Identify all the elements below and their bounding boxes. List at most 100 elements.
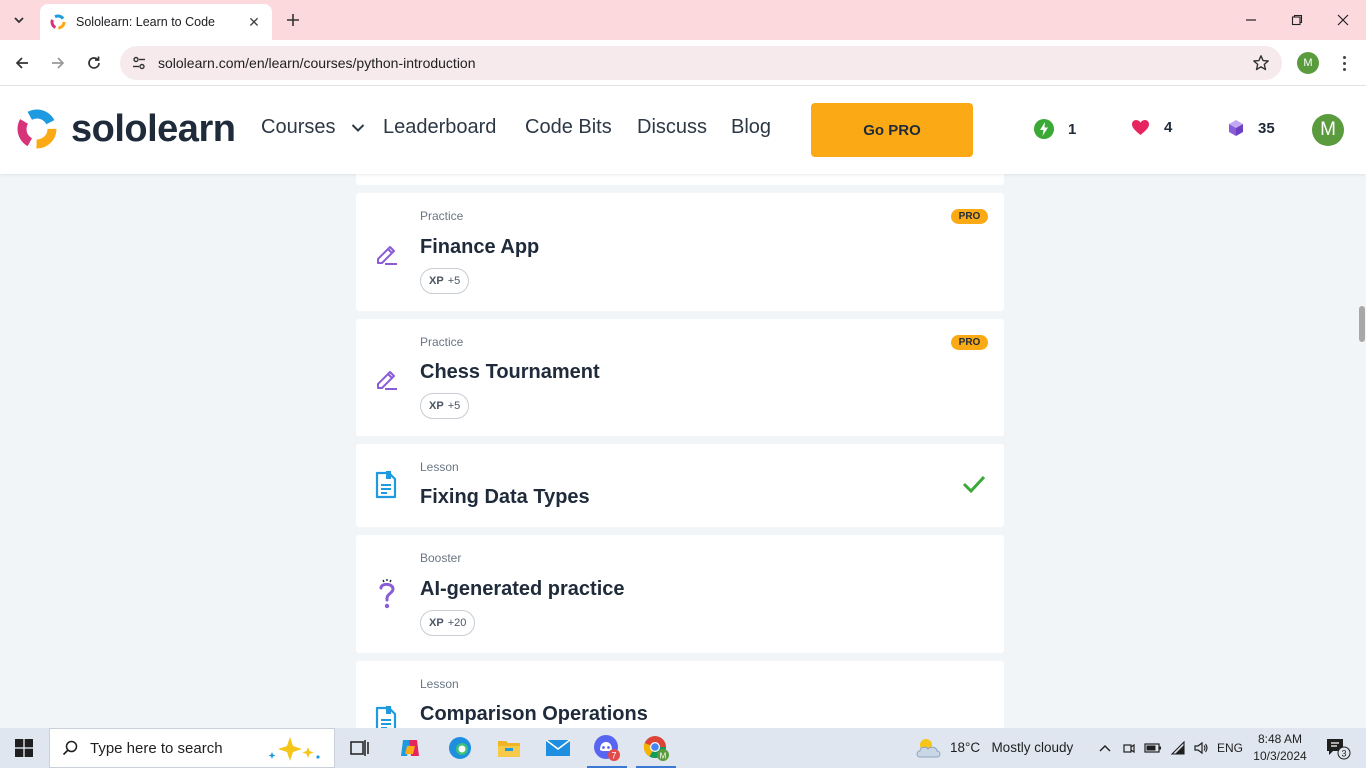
gem-cube-icon (1229, 120, 1243, 136)
forward-button[interactable] (46, 51, 70, 75)
sololearn-logo[interactable]: sololearn (15, 107, 236, 151)
go-pro-button[interactable]: Go PRO (811, 103, 973, 157)
lightning-icon (1034, 119, 1054, 139)
discord-icon: 7 (594, 735, 620, 761)
site-info-icon[interactable] (122, 46, 156, 80)
clock-date: 10/3/2024 (1253, 749, 1307, 763)
windows-taskbar: Type here to search 7 M 18°C Mostly clou… (0, 728, 1366, 768)
clock-time: 8:48 AM (1257, 732, 1303, 746)
nav-blog[interactable]: Blog (731, 116, 771, 139)
hearts-counter[interactable]: 4 (1131, 119, 1172, 136)
card-title: Chess Tournament (420, 361, 600, 383)
task-view-icon (350, 740, 369, 756)
chevron-up-icon (1099, 745, 1111, 752)
checkmark-icon (962, 475, 986, 493)
back-button[interactable] (10, 51, 34, 75)
browser-profile-avatar[interactable]: M (1297, 52, 1319, 74)
gems-counter[interactable]: 35 (1228, 119, 1275, 137)
xp-badge: XP +20 (420, 610, 476, 636)
lesson-card-comparison-operations[interactable]: Lesson Comparison Operations (356, 661, 1004, 728)
card-title: Comparison Operations (420, 703, 648, 725)
start-button[interactable] (0, 728, 48, 768)
page-scrollbar-thumb[interactable] (1359, 306, 1365, 342)
close-window-button[interactable] (1320, 0, 1366, 40)
card-type-label: Lesson (420, 460, 459, 474)
mail-taskbar-button[interactable] (534, 728, 582, 768)
browser-tab-active[interactable]: Sololearn: Learn to Code ✕ (40, 4, 272, 40)
practice-card-finance-app[interactable]: Practice Finance App XP +5 PRO (356, 193, 1004, 311)
streak-count: 1 (1068, 120, 1077, 138)
site-header: sololearn Courses Leaderboard Code Bits … (0, 86, 1366, 174)
user-avatar[interactable]: M (1312, 114, 1344, 146)
pro-badge: PRO (951, 335, 988, 350)
card-title: Finance App (420, 236, 540, 258)
mail-icon (545, 739, 571, 756)
lesson-card-fixing-data-types[interactable]: Lesson Fixing Data Types (356, 444, 1004, 527)
task-view-button[interactable] (336, 728, 384, 768)
card-type-label: Booster (420, 551, 462, 565)
language-indicator[interactable]: ENG (1214, 728, 1246, 768)
wifi-tray[interactable] (1168, 728, 1188, 768)
notification-center-button[interactable]: 3 (1318, 728, 1358, 768)
course-content: Practice Finance App XP +5 PRO Practice C… (0, 174, 1366, 728)
streak-counter[interactable]: 1 (1034, 119, 1076, 139)
restore-icon (1291, 14, 1303, 26)
close-icon[interactable]: ✕ (246, 14, 262, 30)
new-tab-button[interactable] (282, 9, 304, 31)
url-text: sololearn.com/en/learn/courses/python-in… (158, 55, 476, 71)
plus-icon (287, 14, 299, 26)
pro-badge: PRO (951, 209, 988, 224)
battery-tray[interactable] (1142, 728, 1164, 768)
notification-icon: 3 (1327, 739, 1351, 760)
camera-icon (1123, 743, 1135, 754)
sololearn-favicon-icon (50, 14, 66, 30)
nav-discuss[interactable]: Discuss (637, 116, 707, 139)
taskbar-clock[interactable]: 8:48 AM 10/3/2024 (1252, 731, 1308, 765)
volume-tray[interactable] (1190, 728, 1212, 768)
browser-toolbar: sololearn.com/en/learn/courses/python-in… (0, 40, 1366, 86)
sololearn-logo-icon (17, 109, 57, 149)
weather-widget[interactable]: 18°C Mostly cloudy (950, 740, 1073, 755)
browser-tab-strip: Sololearn: Learn to Code ✕ (0, 0, 1366, 40)
speaker-icon (1194, 741, 1208, 755)
booster-card-ai-generated-practice[interactable]: Booster AI-generated practice XP +20 (356, 535, 1004, 653)
reload-icon (88, 56, 100, 69)
pencil-icon (377, 371, 397, 390)
weather-cloudy-icon[interactable] (914, 735, 944, 761)
logo-text: sololearn (71, 107, 236, 150)
tab-search-button[interactable] (6, 8, 32, 32)
address-bar[interactable]: sololearn.com/en/learn/courses/python-in… (120, 46, 1282, 80)
copilot-icon (401, 740, 419, 756)
chrome-icon: M (643, 736, 669, 761)
card-type-label: Practice (420, 335, 464, 349)
meet-now-tray[interactable] (1120, 728, 1138, 768)
minimize-button[interactable] (1228, 0, 1274, 40)
heart-icon (1132, 120, 1149, 135)
nav-courses[interactable]: Courses (261, 116, 365, 139)
taskbar-search-box[interactable]: Type here to search (49, 728, 335, 768)
card-type-label: Lesson (420, 677, 459, 691)
lesson-card-previous[interactable] (356, 174, 1004, 185)
svg-text:M: M (660, 752, 667, 761)
document-icon (375, 471, 397, 499)
search-placeholder: Type here to search (90, 739, 223, 757)
card-title: Fixing Data Types (420, 486, 590, 508)
edge-taskbar-button[interactable] (436, 728, 484, 768)
bookmark-star-icon[interactable] (1252, 54, 1270, 72)
xp-badge: XP +5 (420, 393, 470, 419)
nav-code-bits[interactable]: Code Bits (525, 116, 612, 139)
show-hidden-icons-button[interactable] (1094, 728, 1116, 768)
nav-leaderboard[interactable]: Leaderboard (383, 116, 496, 139)
reload-button[interactable] (82, 51, 106, 75)
folder-icon (498, 741, 520, 757)
browser-menu-icon[interactable] (1334, 52, 1354, 74)
discord-taskbar-button[interactable]: 7 (583, 728, 631, 768)
minimize-icon (1246, 19, 1256, 21)
copilot-taskbar-button[interactable] (386, 728, 434, 768)
pencil-icon (377, 246, 397, 265)
practice-card-chess-tournament[interactable]: Practice Chess Tournament XP +5 PRO (356, 319, 1004, 436)
file-explorer-taskbar-button[interactable] (485, 728, 533, 768)
edge-icon (449, 737, 471, 759)
restore-button[interactable] (1274, 0, 1320, 40)
chrome-taskbar-button[interactable]: M (632, 728, 680, 768)
